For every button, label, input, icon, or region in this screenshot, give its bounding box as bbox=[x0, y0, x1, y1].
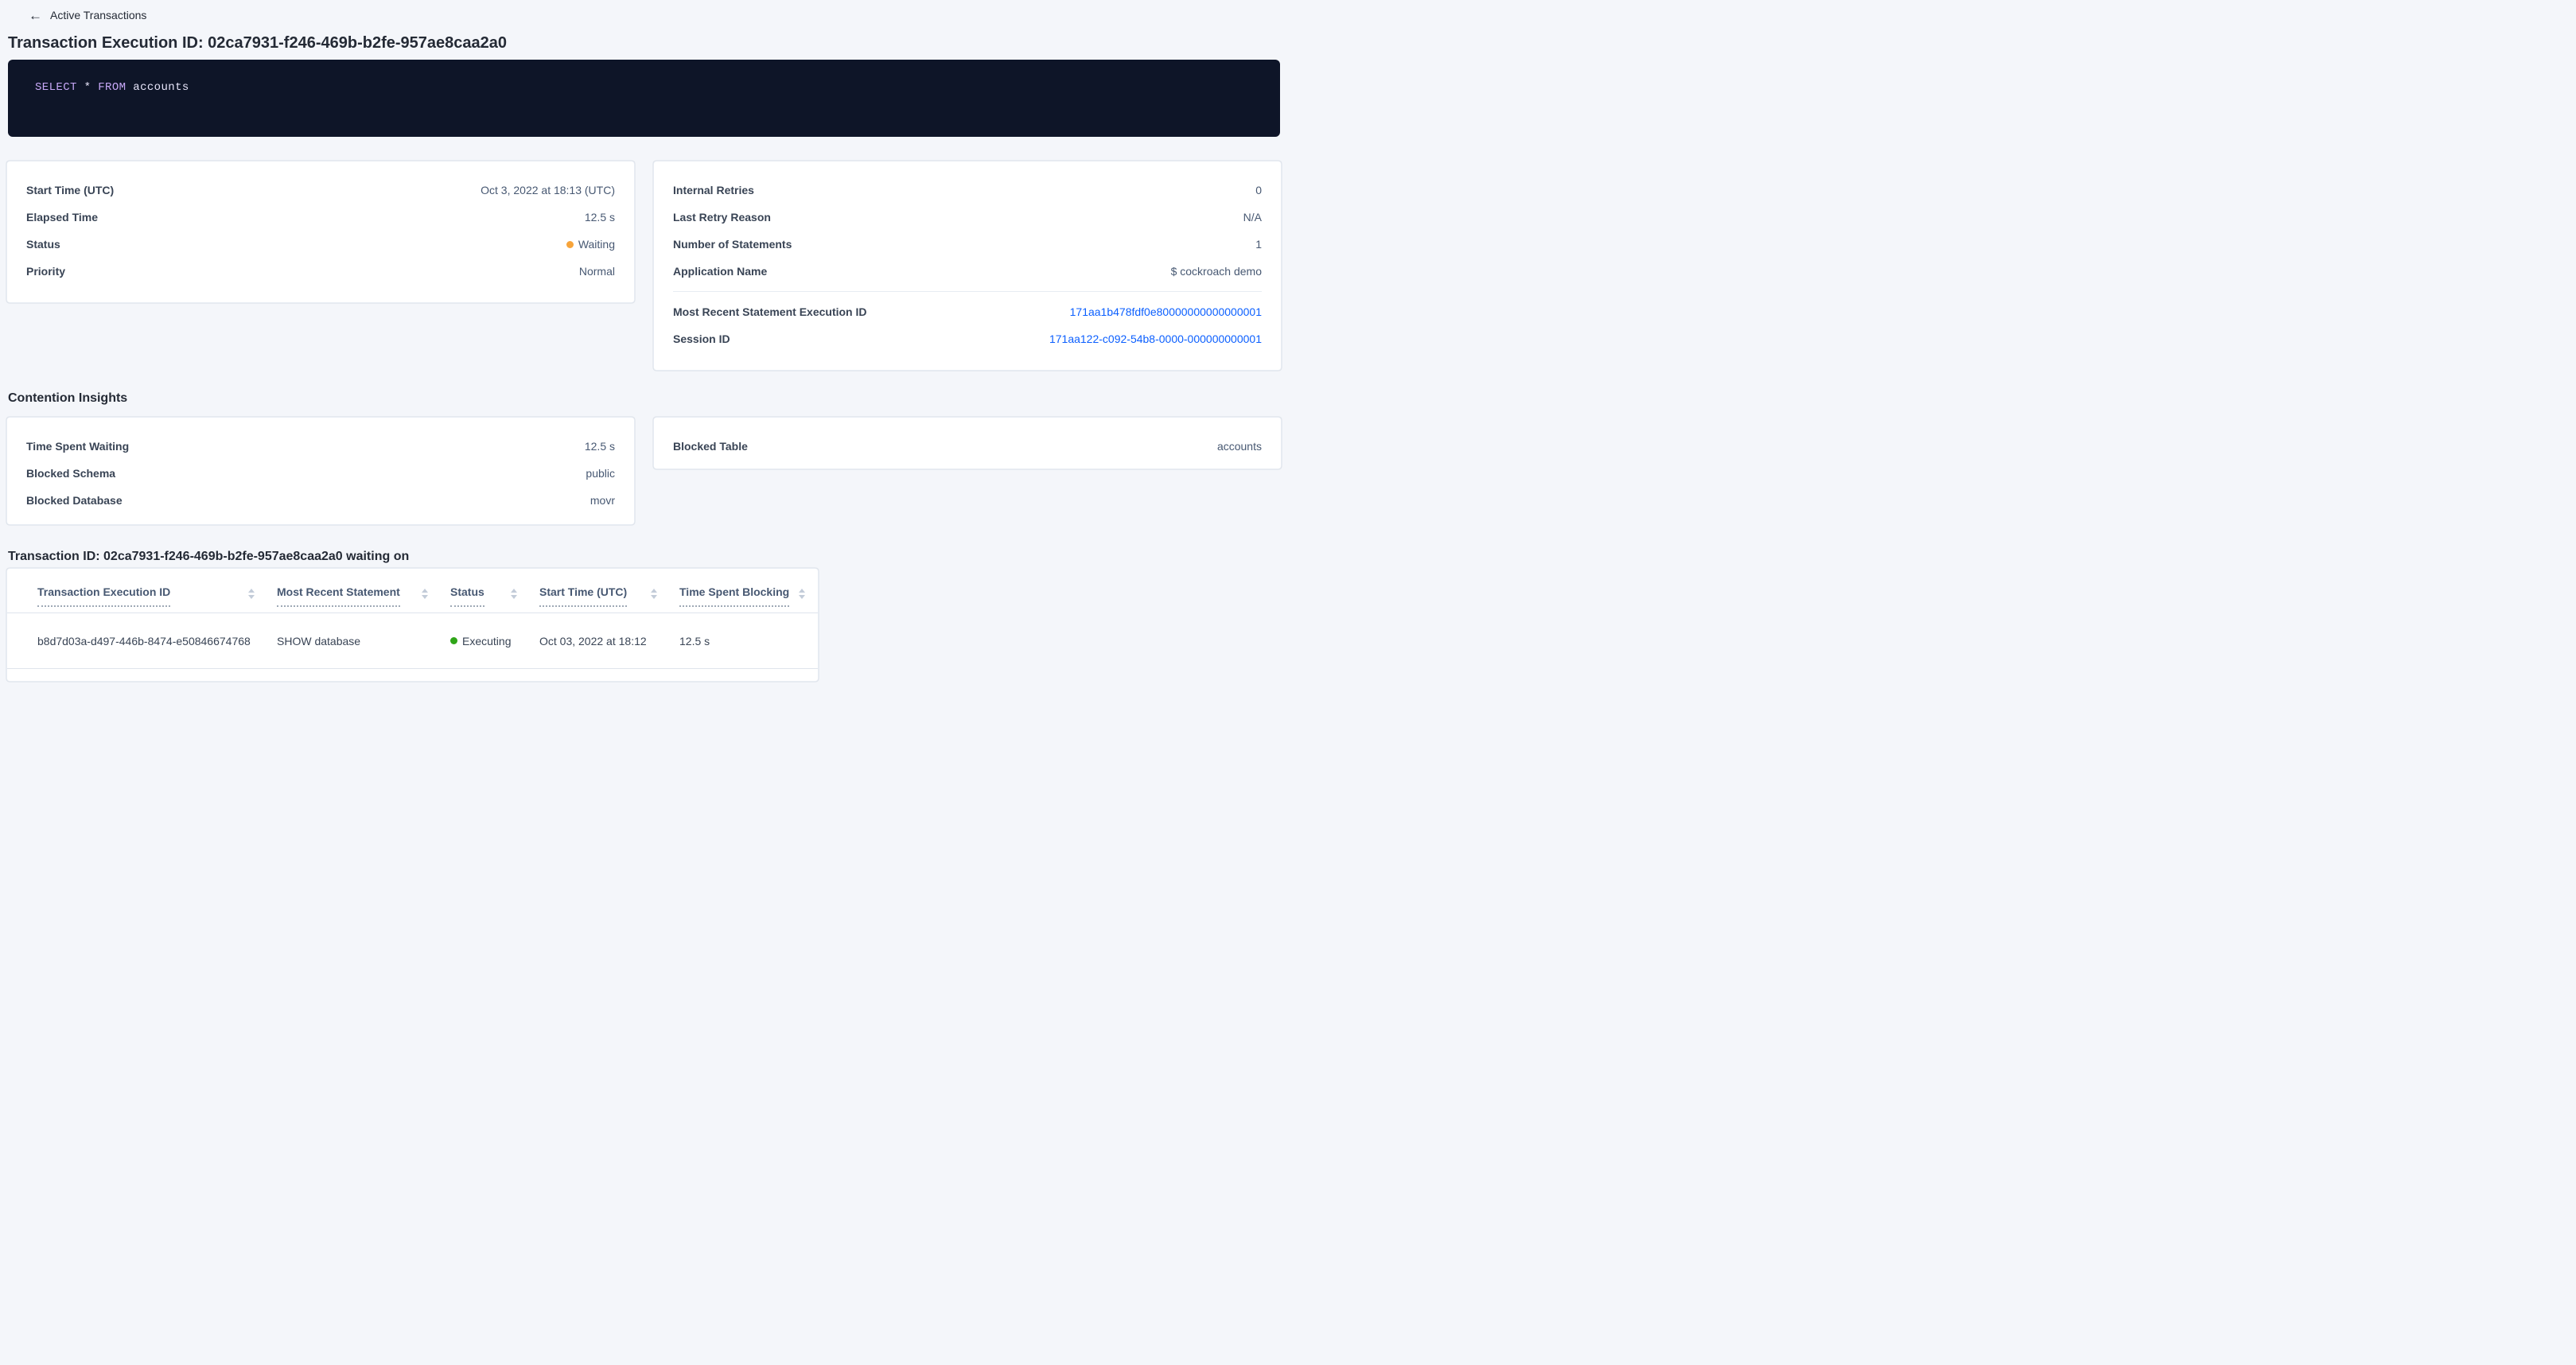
blocked-database-label: Blocked Database bbox=[26, 494, 123, 507]
column-label: Start Time (UTC) bbox=[539, 586, 627, 607]
blocked-schema-label: Blocked Schema bbox=[26, 467, 115, 480]
sql-statement-box: SELECT * FROM accounts bbox=[8, 60, 1280, 137]
blocked-schema-value: public bbox=[586, 467, 615, 480]
cell-time-spent-blocking: 12.5 s bbox=[679, 635, 805, 648]
back-link[interactable]: ← Active Transactions bbox=[0, 0, 1288, 23]
status-value: Waiting bbox=[566, 238, 615, 251]
sql-star: * bbox=[84, 81, 91, 94]
number-of-statements-label: Number of Statements bbox=[673, 238, 792, 251]
back-link-label: Active Transactions bbox=[50, 9, 146, 21]
internal-retries-value: 0 bbox=[1255, 184, 1262, 196]
priority-value: Normal bbox=[579, 265, 615, 278]
cell-status: Executing bbox=[450, 635, 517, 648]
time-spent-waiting-value: 12.5 s bbox=[585, 440, 615, 453]
column-header-start-time[interactable]: Start Time (UTC) bbox=[539, 586, 657, 607]
priority-label: Priority bbox=[26, 265, 65, 278]
contention-card-right: Blocked Table accounts bbox=[653, 417, 1282, 469]
card-divider bbox=[673, 291, 1262, 292]
contention-row-blocked-schema: Blocked Schema public bbox=[26, 460, 615, 487]
transaction-details-page: ← Active Transactions Transaction Execut… bbox=[0, 0, 1288, 682]
sort-icon[interactable] bbox=[651, 586, 657, 599]
time-spent-waiting-label: Time Spent Waiting bbox=[26, 440, 129, 453]
column-header-time-spent-blocking[interactable]: Time Spent Blocking bbox=[679, 586, 805, 607]
statement-execution-id-label: Most Recent Statement Execution ID bbox=[673, 305, 867, 318]
contention-row-time-spent-waiting: Time Spent Waiting 12.5 s bbox=[26, 433, 615, 460]
application-name-value: $ cockroach demo bbox=[1171, 265, 1262, 278]
contention-insights-heading: Contention Insights bbox=[8, 391, 1282, 406]
page-title: Transaction Execution ID: 02ca7931-f246-… bbox=[8, 34, 1288, 52]
contention-row-blocked-database: Blocked Database movr bbox=[26, 487, 615, 514]
blocked-table-value: accounts bbox=[1217, 440, 1262, 453]
cell-most-recent-statement: SHOW database bbox=[277, 635, 428, 648]
statement-execution-id-link[interactable]: 171aa1b478fdf0e80000000000000001 bbox=[1070, 305, 1262, 318]
back-arrow-icon: ← bbox=[29, 9, 42, 22]
column-header-status[interactable]: Status bbox=[450, 586, 517, 607]
waiting-on-heading: Transaction ID: 02ca7931-f246-469b-b2fe-… bbox=[8, 549, 1282, 565]
sql-statement: SELECT * FROM accounts bbox=[35, 81, 189, 94]
session-id-link[interactable]: 171aa122-c092-54b8-0000-000000000001 bbox=[1049, 332, 1262, 345]
column-label: Time Spent Blocking bbox=[679, 586, 789, 607]
internal-retries-label: Internal Retries bbox=[673, 184, 754, 196]
start-time-value: Oct 3, 2022 at 18:13 (UTC) bbox=[481, 184, 615, 196]
summary-card-right: Internal Retries 0 Last Retry Reason N/A… bbox=[653, 161, 1282, 371]
column-label: Status bbox=[450, 586, 484, 607]
summary-row-elapsed-time: Elapsed Time 12.5 s bbox=[26, 204, 615, 231]
sql-identifier: accounts bbox=[133, 81, 189, 94]
executing-status-dot-icon bbox=[450, 637, 457, 644]
summary-row-application-name: Application Name $ cockroach demo bbox=[673, 258, 1262, 285]
summary-row-internal-retries: Internal Retries 0 bbox=[673, 177, 1262, 204]
waiting-status-dot-icon bbox=[566, 241, 574, 248]
sort-icon[interactable] bbox=[511, 586, 517, 599]
cell-start-time: Oct 03, 2022 at 18:12 bbox=[539, 635, 657, 648]
number-of-statements-value: 1 bbox=[1255, 238, 1262, 251]
session-id-label: Session ID bbox=[673, 332, 730, 345]
summary-row-statement-execution-id: Most Recent Statement Execution ID 171aa… bbox=[673, 298, 1262, 325]
summary-row-session-id: Session ID 171aa122-c092-54b8-0000-00000… bbox=[673, 325, 1262, 352]
last-retry-reason-value: N/A bbox=[1243, 211, 1262, 224]
column-header-transaction-execution-id[interactable]: Transaction Execution ID bbox=[37, 586, 255, 607]
application-name-label: Application Name bbox=[673, 265, 767, 278]
elapsed-time-label: Elapsed Time bbox=[26, 211, 98, 224]
last-retry-reason-label: Last Retry Reason bbox=[673, 211, 771, 224]
blocked-database-value: movr bbox=[590, 494, 615, 507]
column-header-most-recent-statement[interactable]: Most Recent Statement bbox=[277, 586, 428, 607]
summary-card-left: Start Time (UTC) Oct 3, 2022 at 18:13 (U… bbox=[6, 161, 635, 303]
summary-row-status: Status Waiting bbox=[26, 231, 615, 258]
waiting-transactions-table: Transaction Execution ID Most Recent Sta… bbox=[6, 568, 819, 682]
sql-keyword-select: SELECT bbox=[35, 81, 77, 94]
start-time-label: Start Time (UTC) bbox=[26, 184, 114, 196]
table-header-row: Transaction Execution ID Most Recent Sta… bbox=[7, 569, 818, 613]
contention-row-blocked-table: Blocked Table accounts bbox=[673, 433, 1262, 460]
status-label: Status bbox=[26, 238, 60, 251]
blocked-table-label: Blocked Table bbox=[673, 440, 748, 453]
sql-keyword-from: FROM bbox=[98, 81, 126, 94]
elapsed-time-value: 12.5 s bbox=[585, 211, 615, 224]
table-row: b8d7d03a-d497-446b-8474-e50846674768 SHO… bbox=[7, 613, 818, 669]
contention-card-left: Time Spent Waiting 12.5 s Blocked Schema… bbox=[6, 417, 635, 525]
sort-icon[interactable] bbox=[422, 586, 428, 599]
status-text: Waiting bbox=[578, 238, 615, 251]
summary-row-last-retry-reason: Last Retry Reason N/A bbox=[673, 204, 1262, 231]
status-text: Executing bbox=[462, 635, 511, 648]
column-label: Most Recent Statement bbox=[277, 586, 400, 607]
summary-row-number-of-statements: Number of Statements 1 bbox=[673, 231, 1262, 258]
sort-icon[interactable] bbox=[799, 586, 805, 599]
summary-row-priority: Priority Normal bbox=[26, 258, 615, 285]
cell-transaction-execution-id: b8d7d03a-d497-446b-8474-e50846674768 bbox=[37, 635, 255, 648]
sort-icon[interactable] bbox=[248, 586, 255, 599]
column-label: Transaction Execution ID bbox=[37, 586, 170, 607]
summary-row-start-time: Start Time (UTC) Oct 3, 2022 at 18:13 (U… bbox=[26, 177, 615, 204]
